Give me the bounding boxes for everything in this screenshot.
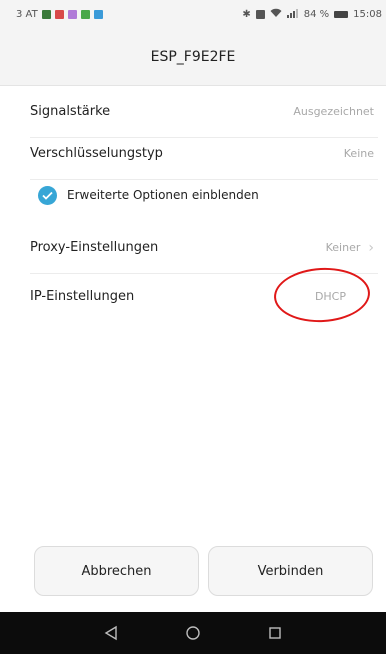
chevron-right-icon: › <box>368 239 374 256</box>
checkmark-icon <box>42 191 53 200</box>
signal-strength-value: Ausgezeichnet <box>293 105 374 118</box>
status-bar-right: ✱ 84 % 15:08 <box>242 8 382 21</box>
proxy-settings-row[interactable]: Proxy-Einstellungen Keiner › <box>30 222 378 274</box>
connect-button[interactable]: Verbinden <box>208 546 373 596</box>
battery-percent: 84 % <box>303 8 330 20</box>
proxy-settings-value: Keiner <box>325 241 361 254</box>
battery-icon <box>334 10 349 18</box>
status-bar-left: 3 AT <box>16 9 103 20</box>
navigation-bar <box>0 612 386 654</box>
encryption-label: Verschlüsselungstyp <box>30 146 163 161</box>
proxy-settings-label: Proxy-Einstellungen <box>30 240 159 255</box>
gallery-icon <box>54 9 64 19</box>
wifi-icon <box>270 8 282 21</box>
home-icon[interactable] <box>183 623 203 643</box>
notification-icon <box>41 9 51 19</box>
proxy-settings-value-wrap[interactable]: Keiner › <box>326 240 374 256</box>
app-icon <box>80 9 90 19</box>
dialog-title: ESP_F9E2FE <box>150 48 236 65</box>
encryption-row: Verschlüsselungstyp Keine <box>30 128 378 180</box>
signal-icon <box>286 8 299 21</box>
dialog-title-bar: ESP_F9E2FE <box>0 28 386 86</box>
advanced-options-checkbox[interactable] <box>38 185 57 205</box>
sim-icon <box>93 9 103 19</box>
advanced-options-toggle[interactable]: Erweiterte Optionen einblenden <box>38 180 259 210</box>
app-icon <box>67 9 77 19</box>
cancel-button[interactable]: Abbrechen <box>34 546 199 596</box>
carrier-text: 3 AT <box>16 8 38 20</box>
vibrate-icon <box>255 9 265 19</box>
ip-settings-label: IP-Einstellungen <box>30 288 135 304</box>
bluetooth-icon: ✱ <box>242 8 251 20</box>
advanced-options-label: Erweiterte Optionen einblenden <box>67 188 259 202</box>
recents-icon[interactable] <box>265 623 285 643</box>
clock: 15:08 <box>353 8 382 20</box>
back-icon[interactable] <box>101 623 121 643</box>
status-bar: 3 AT ✱ 84 % 15:08 <box>0 0 386 28</box>
signal-strength-label: Signalstärke <box>30 104 111 119</box>
encryption-value: Keine <box>343 147 374 160</box>
